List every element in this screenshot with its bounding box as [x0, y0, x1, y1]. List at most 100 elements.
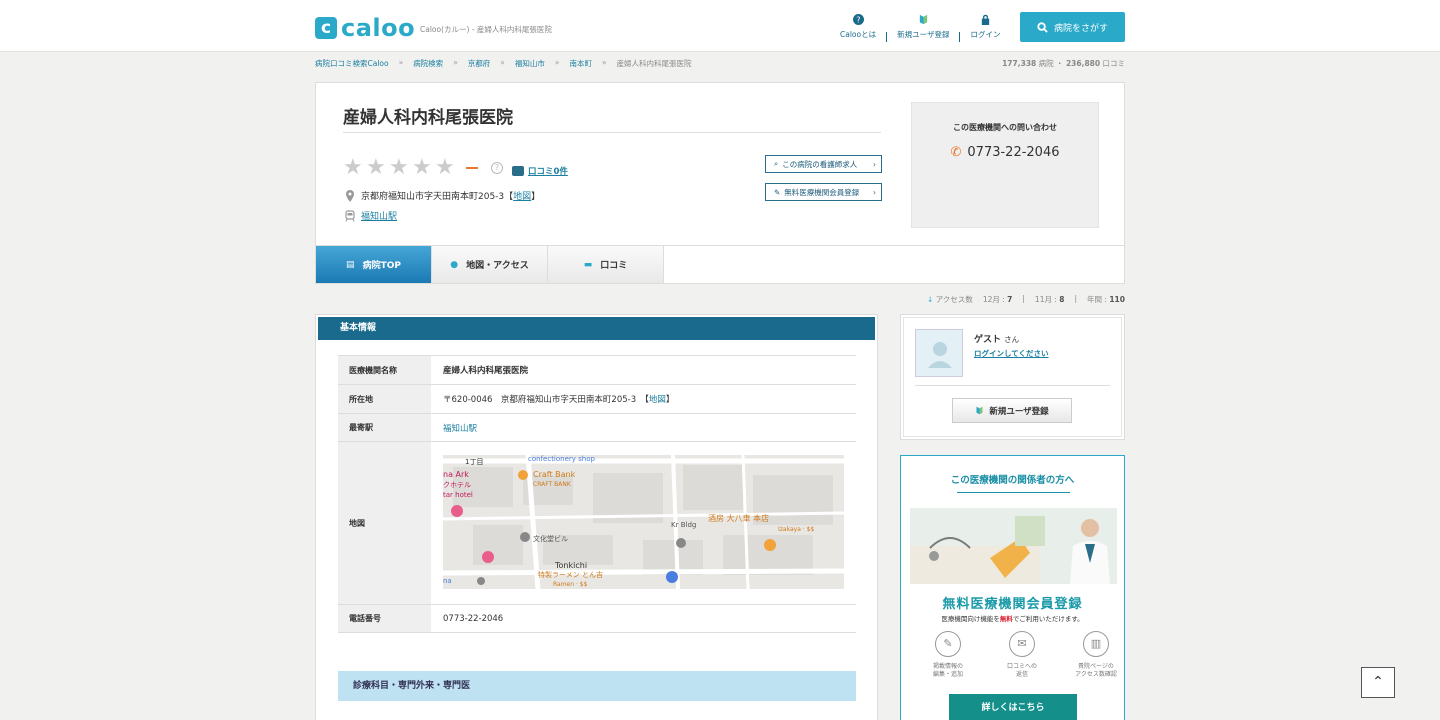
building-marker	[520, 532, 530, 542]
row-label: 最寄駅	[338, 413, 431, 442]
arrow-down-icon: ↓	[927, 295, 934, 304]
breadcrumb-home[interactable]: 病院口コミ検索Caloo	[315, 58, 389, 69]
tab-hospital-top[interactable]: ▤ 病院TOP	[316, 246, 432, 283]
breadcrumb-prefecture[interactable]: 京都府	[468, 58, 491, 69]
row-label: 電話番号	[338, 604, 431, 633]
facility-promo: この医療機関の関係者の方へ 無料医療機関会員登録 医療機関向け機能を無料でご利用…	[900, 455, 1125, 720]
map-label-craft-bank: Craft Bank	[533, 470, 576, 479]
location-pin-icon	[346, 189, 354, 202]
pencil-icon: ✎	[935, 631, 961, 657]
search-hospital-button[interactable]: 病院をさがす	[1020, 12, 1125, 42]
hospital-count: 177,338	[1002, 59, 1037, 68]
station-link[interactable]: 福知山駅	[361, 209, 397, 222]
free-member-register-button[interactable]: ✎ 無料医療機関会員登録 ›	[765, 183, 882, 201]
feature-access: ▥ 貴院ページの アクセス数確認	[1075, 631, 1117, 679]
contact-title: この医療機関への問い合わせ	[953, 123, 1057, 132]
nav-register[interactable]: 新規ユーザ登録	[887, 14, 959, 44]
beginner-icon	[976, 406, 983, 415]
breadcrumb-search[interactable]: 病院検索	[413, 58, 443, 69]
promo-features: ✎ 掲載情報の 編集・追加 ✉ 口コミへの 返信 ▥ 貴院ページの アクセス数確認	[927, 631, 1117, 679]
breadcrumb-city[interactable]: 福知山市	[515, 58, 545, 69]
breadcrumb: 病院口コミ検索Caloo » 病院検索 » 京都府 » 福知山市 » 南本町 »…	[315, 58, 692, 69]
nav-login[interactable]: ログイン	[960, 14, 1010, 44]
basic-info-heading: 基本情報	[318, 317, 875, 340]
nav-login-label: ログイン	[970, 30, 1001, 39]
magnifier-icon: ⌕	[774, 159, 779, 168]
map-canvas[interactable]: confectionery shop 1丁目 na Ark クホテル tar h…	[443, 455, 844, 589]
user-register-button[interactable]: 新規ユーザ登録	[952, 398, 1072, 423]
hospital-name: 産婦人科内科尾張医院	[343, 108, 513, 128]
nav-about[interactable]: ? Calooとは	[830, 14, 886, 44]
hotel-marker	[482, 551, 494, 563]
rating-value	[466, 167, 478, 169]
chevron-right-icon: ›	[873, 159, 876, 169]
map-label-izakaya: 酒房 大八車 本店	[708, 513, 769, 523]
site-counts: 177,338 病院 ・ 236,880 口コミ	[1002, 59, 1125, 68]
contact-box: この医療機関への問い合わせ ✆ 0773-22-2046	[911, 102, 1099, 228]
avatar	[915, 329, 963, 377]
beginner-icon	[919, 14, 927, 25]
row-label: 所在地	[338, 384, 431, 414]
map-label-tonkichi: Tonkichi	[554, 561, 587, 570]
feature-reply: ✉ 口コミへの 返信	[1001, 631, 1043, 679]
speech-bubble-icon: ▬	[583, 259, 593, 270]
access-stats: ↓ アクセス数 12月 : 7 | 11月 : 8 | 年間 : 110	[927, 294, 1125, 304]
doctor-illustration	[910, 508, 1117, 584]
map-label-edge: na	[443, 577, 452, 585]
svg-text:?: ?	[856, 14, 860, 24]
site-header: c caloo Caloo(カルー) - 産婦人科内科尾張医院 ? Calooと…	[0, 0, 1440, 52]
promo-subtext: 医療機関向け機能を無料でご利用いただけます。	[941, 615, 1084, 623]
promo-title: この医療機関の関係者の方へ	[950, 475, 1075, 486]
phone-icon: ✆	[950, 145, 962, 160]
promo-headline: 無料医療機関会員登録	[942, 597, 1083, 612]
star-icon: ★	[389, 155, 409, 180]
login-link[interactable]: ログインしてください	[974, 348, 1049, 359]
tab-map-access[interactable]: ● 地図・アクセス	[432, 246, 548, 283]
basic-info-panel: 基本情報 医療機関名称 産婦人科内科尾張医院 所在地 〒620-0046 京都府…	[315, 314, 878, 720]
table-row: 医療機関名称 産婦人科内科尾張医院	[338, 355, 856, 385]
map-label-confectionery: confectionery shop	[528, 455, 596, 463]
map-label-hotel-en: tar hotel	[443, 491, 473, 499]
train-icon	[345, 209, 355, 222]
nurse-jobs-button[interactable]: ⌕ この病院の看護師求人 ›	[765, 155, 882, 173]
star-icon: ★	[412, 155, 432, 180]
table-row: 所在地 〒620-0046 京都府福知山市字天田南本町205-3 【地図】	[338, 384, 856, 414]
breadcrumb-town[interactable]: 南本町	[569, 58, 592, 69]
address-map-link[interactable]: 地図	[649, 395, 666, 405]
map-pin-icon: ●	[450, 259, 459, 270]
search-button-label: 病院をさがす	[1053, 23, 1108, 34]
map-label-tonkichi-jp: 特製ラーメン とん吉	[538, 570, 603, 579]
search-icon	[1037, 21, 1048, 33]
station-link[interactable]: 福知山駅	[443, 424, 477, 434]
departments-heading: 診療科目・専門外来・専門医	[338, 671, 856, 701]
table-row: 地図 confectionery shop 1丁目 na Ark クホテル ta…	[338, 441, 856, 605]
map-label-hotel-jp: クホテル	[443, 481, 471, 489]
chevron-up-icon: ⌃	[1372, 674, 1384, 690]
back-to-top-button[interactable]: ⌃	[1361, 667, 1395, 698]
logo-text: caloo	[341, 14, 416, 42]
building-marker	[676, 538, 686, 548]
row-value: 〒620-0046 京都府福知山市字天田南本町205-3 【地図】	[431, 384, 856, 414]
table-row: 電話番号 0773-22-2046	[338, 604, 856, 633]
embedded-map[interactable]: confectionery shop 1丁目 na Ark クホテル tar h…	[443, 455, 844, 589]
promo-details-button[interactable]: 詳しくはこちら	[949, 694, 1077, 720]
chevron-right-icon: ›	[873, 187, 876, 197]
address-map-link[interactable]: 地図	[513, 192, 531, 202]
izakaya-marker	[764, 539, 776, 551]
caloo-logo[interactable]: c caloo	[315, 14, 415, 42]
logo-mark: c	[315, 17, 337, 39]
hospital-icon: ▤	[346, 259, 355, 270]
map-label-kr-bldg: Kr Bldg	[671, 521, 696, 529]
contact-phone: ✆ 0773-22-2046	[950, 145, 1060, 160]
review-count-link[interactable]: 口コミ0件	[512, 165, 568, 177]
nearest-station: 福知山駅	[345, 209, 397, 222]
breadcrumb-current: 産婦人科内科尾張医院	[616, 59, 692, 68]
tab-reviews[interactable]: ▬ 口コミ	[548, 246, 664, 283]
rating-help-icon[interactable]: ?	[491, 162, 503, 174]
row-label: 地図	[338, 441, 431, 605]
review-count: 236,880	[1065, 59, 1101, 68]
header-nav: ? Calooとは 新規ユーザ登録 ログイン	[830, 14, 1010, 44]
user-card: ゲスト さん ログインしてください 新規ユーザ登録	[900, 314, 1125, 440]
craft-bank-marker	[518, 470, 528, 480]
chat-icon: ✉	[1009, 631, 1035, 657]
